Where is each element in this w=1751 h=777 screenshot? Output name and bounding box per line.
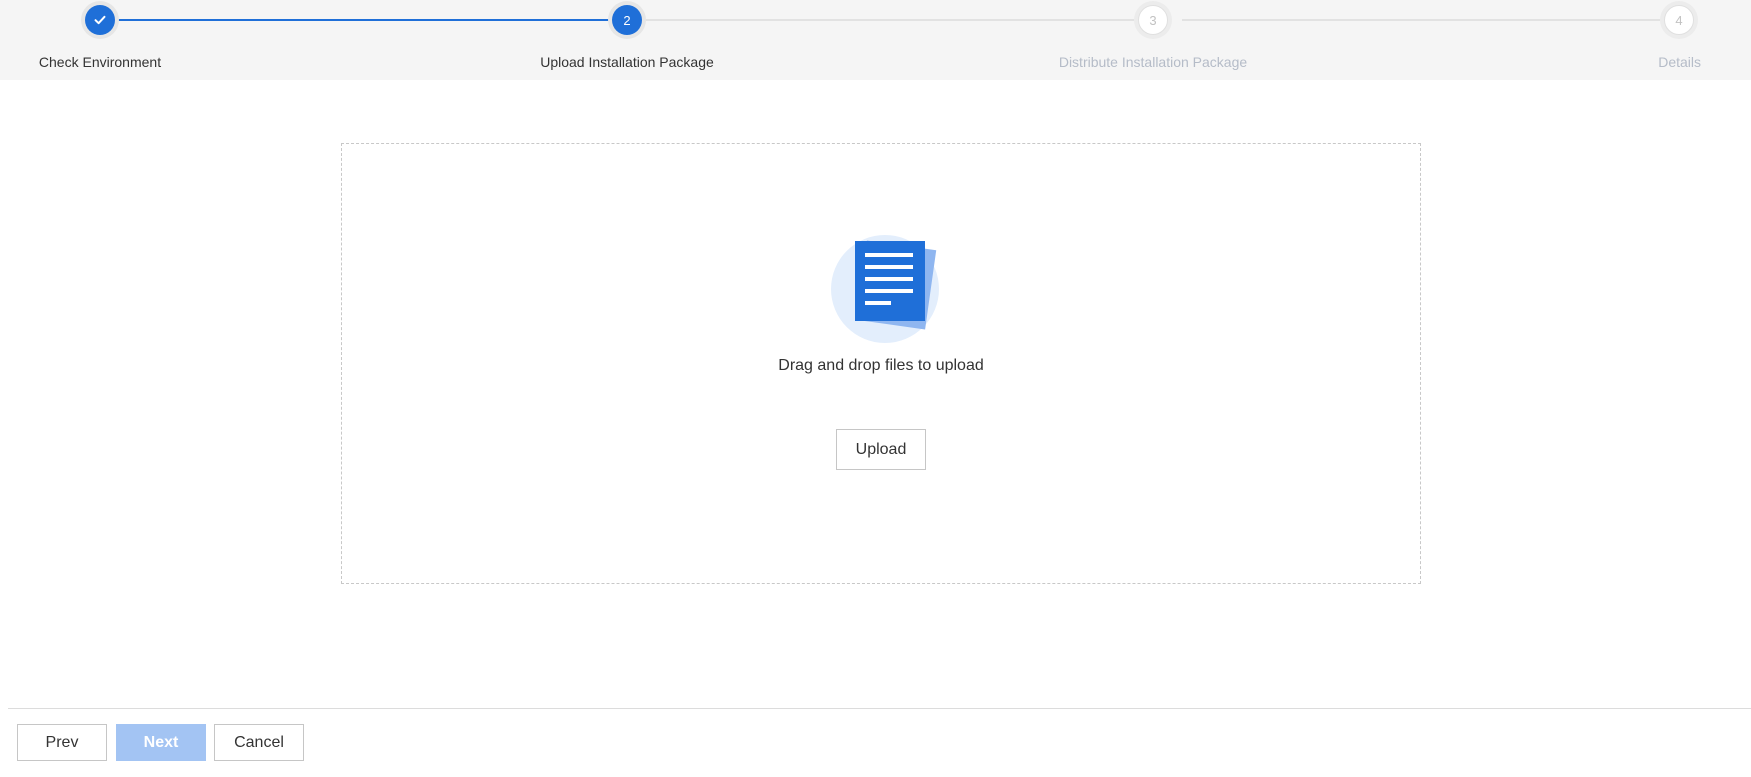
step-connector-2: [642, 19, 1152, 21]
cancel-button[interactable]: Cancel: [214, 724, 304, 761]
document-icon: [831, 235, 939, 343]
step-connector-3: [1182, 19, 1677, 21]
prev-button[interactable]: Prev: [17, 724, 107, 761]
progress-stepper: 2 3 4 Check Environment Upload Installat…: [0, 0, 1751, 80]
step-2-number: 2: [623, 12, 631, 28]
step-3-label: Distribute Installation Package: [1058, 54, 1248, 70]
upload-dropzone[interactable]: Drag and drop files to upload Upload: [341, 143, 1421, 584]
upload-button[interactable]: Upload: [836, 429, 926, 470]
step-connector-1: [100, 19, 612, 21]
step-3-circle: 3: [1138, 5, 1168, 35]
step-2-label: Upload Installation Package: [540, 54, 714, 70]
step-1-label: Check Environment: [38, 54, 162, 70]
step-2-circle: 2: [612, 5, 642, 35]
step-4-label: Details: [1658, 54, 1701, 70]
step-3-number: 3: [1149, 12, 1157, 28]
check-icon: [94, 15, 106, 25]
dropzone-instruction: Drag and drop files to upload: [778, 357, 984, 374]
step-4-circle: 4: [1664, 5, 1694, 35]
step-4-number: 4: [1675, 12, 1683, 28]
step-1-circle: [85, 5, 115, 35]
footer-divider: [8, 708, 1751, 709]
next-button[interactable]: Next: [116, 724, 206, 761]
